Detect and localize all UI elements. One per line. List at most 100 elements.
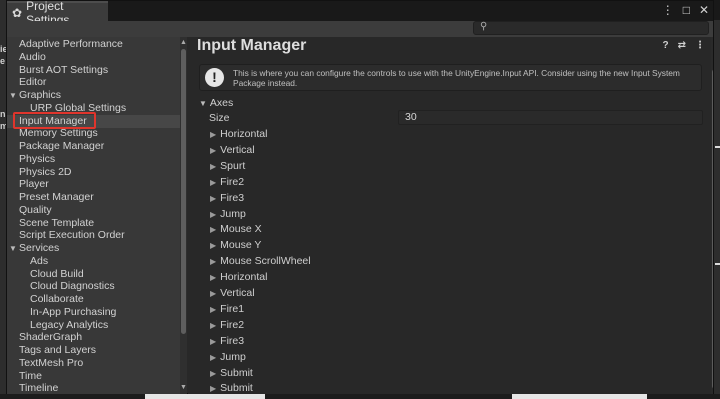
sidebar-item[interactable]: TextMesh Pro [7,357,181,370]
axis-foldout[interactable]: ▶ Mouse X [210,223,262,236]
sidebar-item-label: Script Execution Order [19,229,125,242]
sidebar-item-label: ShaderGraph [19,331,83,344]
preset-icon[interactable]: ⇄ [678,40,686,51]
sidebar-item[interactable]: Input Manager [7,114,181,128]
sidebar-item[interactable]: URP Global Settings [7,102,181,115]
sidebar-item[interactable]: Package Manager [7,140,181,153]
axis-label: Submit [220,382,253,394]
info-text: This is where you can configure the cont… [233,68,680,88]
chevron-right-icon: ▶ [210,145,217,155]
sidebar-item[interactable]: Memory Settings [7,127,181,140]
axis-foldout[interactable]: ▶ Jump [210,208,246,221]
sidebar-item[interactable]: Time [7,370,181,383]
sidebar-item[interactable]: ShaderGraph [7,331,181,344]
sidebar-scroll-thumb[interactable] [181,49,186,334]
sidebar-item-label: Physics 2D [19,165,72,178]
scroll-down-icon[interactable]: ▼ [180,384,187,391]
sidebar-item[interactable]: Adaptive Performance [7,38,181,51]
sidebar-item-label: Tags and Layers [19,344,97,356]
info-icon: ! [205,68,224,87]
window-controls: ⋮ □ ✕ [662,3,709,17]
sidebar-item[interactable]: Cloud Build [7,268,181,281]
axis-foldout[interactable]: ▶ Submit [210,367,253,380]
sidebar-item[interactable]: Cloud Diagnostics [7,280,181,293]
axis-foldout[interactable]: ▶ Horizontal [210,128,267,141]
axis-label: Mouse ScrollWheel [220,255,311,268]
more-options-icon[interactable]: ⋮ [662,3,674,17]
title-icons: ? ⇄ ⋮ [663,40,706,51]
sidebar-item[interactable]: Collaborate [7,293,181,306]
sidebar-item-label: Timeline [19,382,59,394]
sidebar-item[interactable]: Script Execution Order [7,229,181,242]
axis-foldout[interactable]: ▶ Fire3 [210,192,244,205]
sidebar-item[interactable]: Ads [7,255,181,268]
sidebar-item[interactable]: Physics [7,153,181,166]
axis-foldout[interactable]: ▶ Vertical [210,144,255,157]
chevron-down-icon[interactable]: ▼ [9,89,17,102]
sidebar-item[interactable]: Audio [7,51,181,64]
search-toolbar: ⚲ [7,21,713,37]
chevron-down-icon: ▼ [199,99,207,108]
sidebar-item[interactable]: Scene Template [7,217,181,230]
size-label: Size [209,112,230,124]
axis-label: Fire2 [220,175,245,188]
sidebar-item[interactable]: Burst AOT Settings [7,64,181,77]
axis-foldout[interactable]: ▶ Fire1 [210,303,244,316]
chevron-right-icon: ▶ [210,304,217,314]
sidebar-item[interactable]: Timeline [7,382,181,394]
sidebar-item-label: Preset Manager [19,191,94,203]
scroll-up-icon[interactable]: ▲ [180,39,187,46]
sidebar-item-label: Ads [30,254,49,267]
sidebar-item-label: Legacy Analytics [30,318,109,331]
sidebar-item-label: Memory Settings [19,127,98,140]
chevron-right-icon: ▶ [210,336,217,346]
sidebar-item-label: Editor [19,76,47,89]
axis-foldout[interactable]: ▶ Fire2 [210,319,244,332]
sidebar-scrollbar[interactable]: ▲ ▼ [180,37,187,394]
more-options-icon[interactable]: ⋮ [695,40,705,51]
sidebar-item-label: TextMesh Pro [19,356,84,369]
sidebar-item[interactable]: Legacy Analytics [7,319,181,332]
size-field[interactable]: 30 [398,110,703,125]
main-scroll-thumb[interactable] [712,69,713,389]
sidebar-item-label: Scene Template [19,216,95,229]
close-icon[interactable]: ✕ [699,3,709,17]
sidebar-item-label: Cloud Build [30,267,84,280]
axis-label: Vertical [220,143,255,156]
chevron-right-icon: ▶ [210,209,217,219]
sidebar-item[interactable]: Editor [7,76,181,89]
sidebar-item[interactable]: Quality [7,204,181,217]
sidebar-item[interactable]: Physics 2D [7,166,181,179]
axis-label: Jump [220,350,246,363]
axes-foldout[interactable]: ▼ Axes [199,97,233,109]
chevron-down-icon[interactable]: ▼ [9,242,17,255]
sidebar-item[interactable]: Tags and Layers [7,344,181,357]
axis-foldout[interactable]: ▶ Fire2 [210,176,244,189]
axis-foldout[interactable]: ▶ Spurt [210,160,245,173]
axis-foldout[interactable]: ▶ Horizontal [210,271,267,284]
sidebar-item[interactable]: ▼ Graphics [7,89,181,102]
axis-foldout[interactable]: ▶ Submit [210,382,253,394]
maximize-icon[interactable]: □ [683,3,690,17]
sidebar-item-label: Time [19,369,42,382]
chevron-right-icon: ▶ [210,320,217,330]
axis-foldout[interactable]: ▶ Fire3 [210,335,244,348]
sidebar-item-label: Quality [19,203,52,216]
axis-foldout[interactable]: ▶ Mouse ScrollWheel [210,255,311,268]
axis-foldout[interactable]: ▶ Jump [210,351,246,364]
sidebar-item[interactable]: Player [7,178,181,191]
axis-foldout[interactable]: ▶ Vertical [210,287,255,300]
project-settings-tab[interactable]: ✿ Project Settings [7,0,108,27]
sidebar-item[interactable]: In-App Purchasing [7,306,181,319]
axis-label: Mouse X [220,223,262,236]
search-input[interactable]: ⚲ [473,21,709,35]
axis-label: Fire3 [220,191,245,204]
main-scrollbar[interactable] [711,37,713,394]
sidebar-item[interactable]: Preset Manager [7,191,181,204]
axis-foldout[interactable]: ▶ Mouse Y [210,239,261,252]
sidebar-item-label: Graphics [19,89,62,101]
settings-main-panel: Input Manager ? ⇄ ⋮ ! This is where you … [188,37,713,394]
help-icon[interactable]: ? [663,40,669,51]
axes-label: Axes [209,97,234,109]
sidebar-item[interactable]: ▼ Services [7,242,181,255]
